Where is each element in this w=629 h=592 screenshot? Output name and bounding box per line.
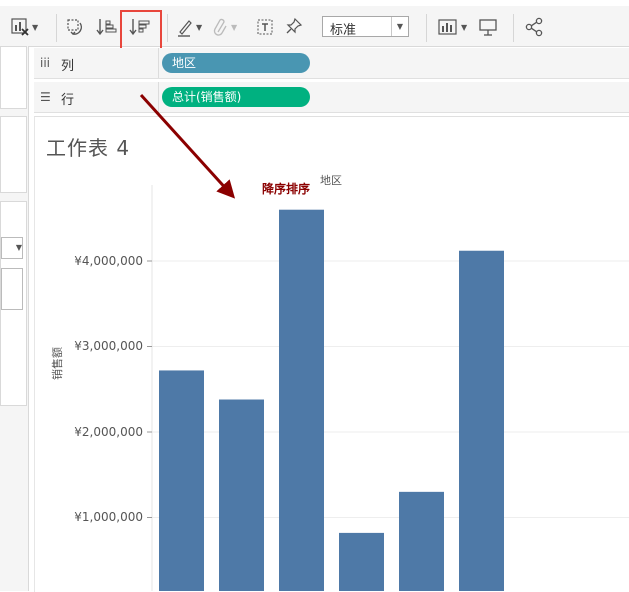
data-pane: ▼ bbox=[0, 46, 29, 591]
sheet-title: 工作表 4 bbox=[46, 136, 131, 160]
columns-label-text: 列 bbox=[61, 59, 75, 74]
fit-select[interactable]: 标准 ▼ bbox=[322, 16, 409, 38]
column-header-region: 地区 bbox=[320, 174, 342, 187]
region-pill[interactable]: 地区 bbox=[162, 53, 310, 73]
sort-ascending-icon[interactable] bbox=[96, 16, 118, 38]
pin-icon[interactable] bbox=[285, 16, 303, 38]
fit-select-value: 标准 bbox=[330, 23, 357, 38]
sales-sum-pill[interactable]: 总计(销售额) bbox=[162, 87, 310, 107]
y-tick-label: ¥2,000,000 bbox=[74, 425, 143, 439]
annotation-text: 降序排序 bbox=[262, 182, 311, 196]
chevron-down-icon[interactable]: ▼ bbox=[1, 237, 23, 259]
columns-icon: iii bbox=[40, 56, 51, 70]
y-tick-label: ¥4,000,000 bbox=[74, 254, 143, 268]
data-pane-section bbox=[0, 46, 27, 109]
marks-button[interactable] bbox=[1, 268, 23, 310]
pencil-highlight-icon[interactable]: ▼ bbox=[176, 16, 202, 38]
columns-shelf-label: iii 列 bbox=[34, 48, 159, 78]
paperclip-icon[interactable]: ▼ bbox=[213, 16, 237, 38]
toolbar-separator bbox=[56, 14, 57, 42]
toolbar: ▼ ▼ ▼ 标准 ▼ ▼ bbox=[0, 6, 629, 47]
y-tick-label: ¥3,000,000 bbox=[74, 339, 143, 353]
y-tick-label: ¥1,000,000 bbox=[74, 510, 143, 524]
rows-icon: ☰ bbox=[40, 90, 51, 104]
rows-shelf-label: ☰ 行 bbox=[34, 82, 159, 112]
columns-shelf[interactable]: iii 列 bbox=[34, 48, 629, 79]
text-box-icon[interactable] bbox=[256, 16, 274, 38]
toolbar-separator bbox=[167, 14, 168, 42]
rows-label-text: 行 bbox=[61, 93, 75, 108]
swap-rows-columns-icon[interactable] bbox=[65, 16, 85, 38]
marks-card: ▼ bbox=[0, 201, 27, 406]
share-icon[interactable] bbox=[524, 16, 544, 38]
chart-with-x-icon[interactable]: ▼ bbox=[10, 16, 38, 38]
rows-shelf[interactable]: ☰ 行 bbox=[34, 82, 629, 113]
toolbar-separator bbox=[426, 14, 427, 42]
bar-chart-icon[interactable]: ▼ bbox=[437, 16, 467, 38]
data-pane-section bbox=[0, 116, 27, 193]
toolbar-separator bbox=[513, 14, 514, 42]
chevron-down-icon: ▼ bbox=[391, 17, 408, 36]
presentation-icon[interactable] bbox=[478, 16, 498, 38]
y-axis-label: 销售额 bbox=[51, 347, 64, 380]
